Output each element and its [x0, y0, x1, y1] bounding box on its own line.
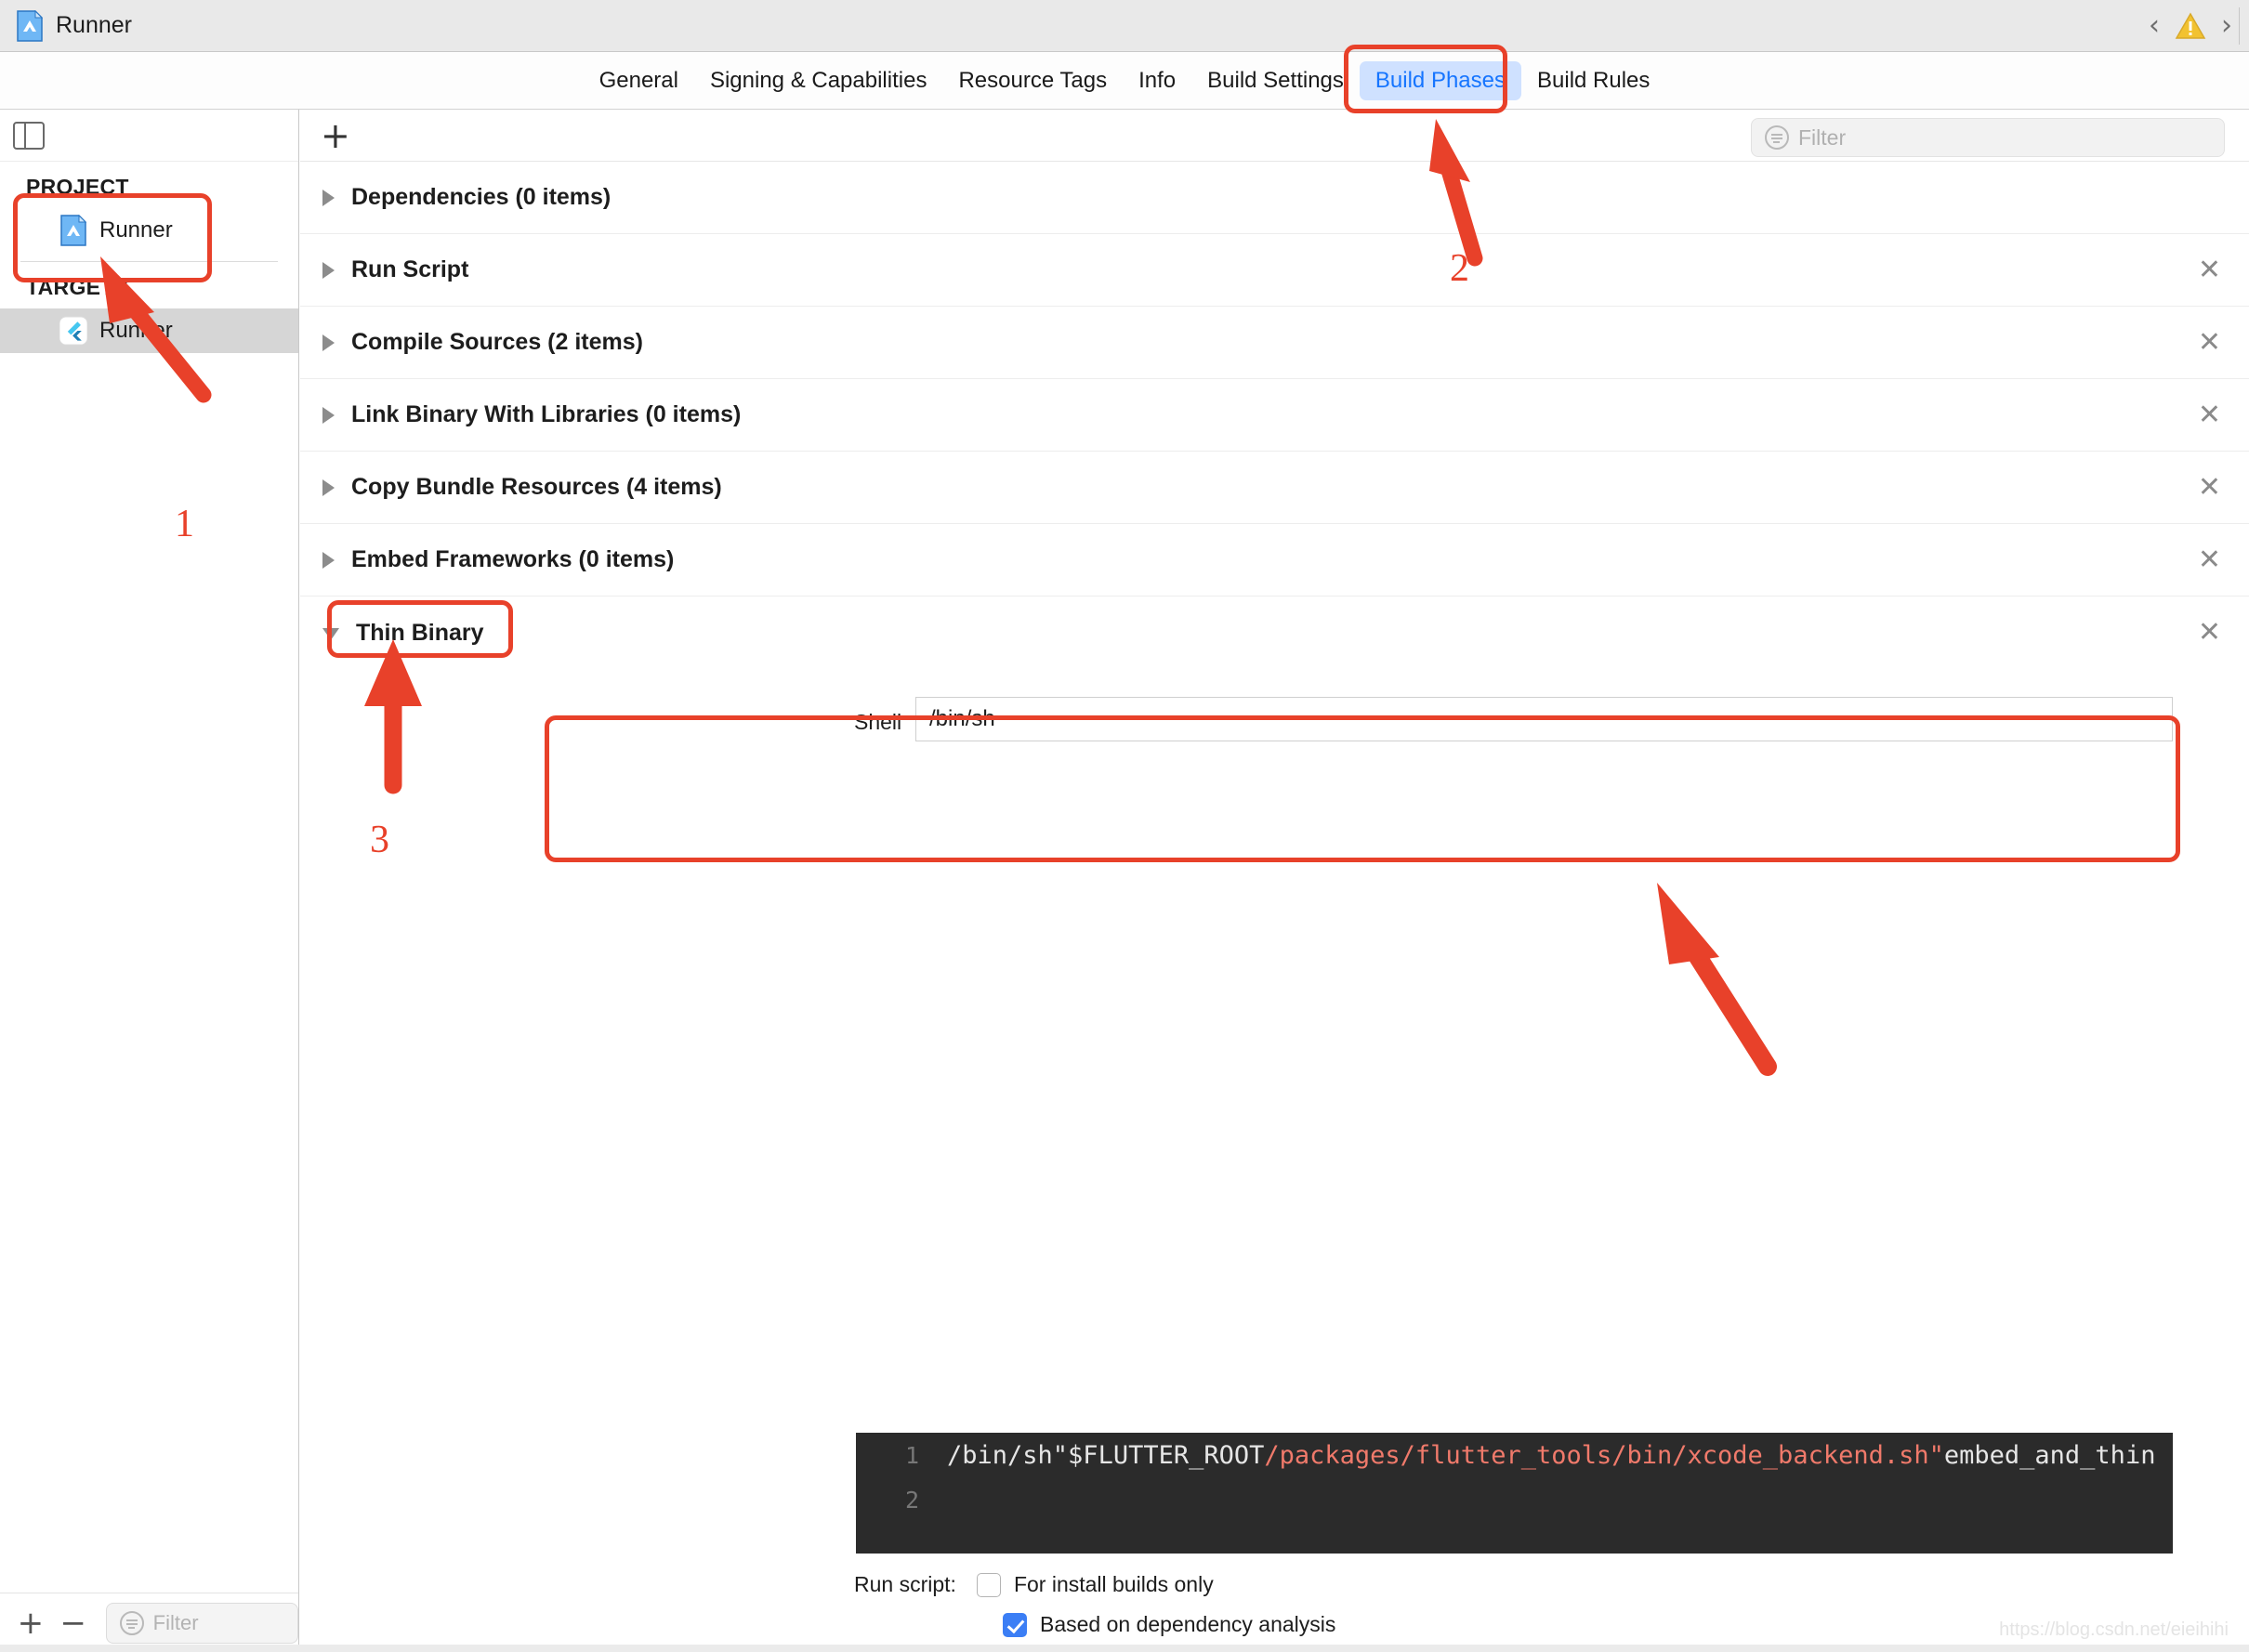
disclosure-triangle-icon[interactable]: [322, 334, 335, 351]
script-segment: /packages/flutter_tools/bin/xcode_backen…: [1264, 1440, 1944, 1470]
disclosure-triangle-icon[interactable]: [322, 189, 335, 206]
shell-row: Shell /bin/sh: [300, 697, 2249, 747]
shell-label: Shell: [854, 709, 902, 734]
thin-binary-detail: Shell /bin/sh 1 /bin/sh "$FLUTTER_ROOT/p…: [300, 697, 2249, 1637]
close-x-icon[interactable]: ✕: [2198, 545, 2221, 574]
based-on-dependency-analysis-label: Based on dependency analysis: [1040, 1612, 1336, 1636]
sidebar-item-project-runner[interactable]: Runner: [0, 208, 298, 253]
sidebar-filter-input[interactable]: Filter: [105, 1602, 298, 1644]
disclosure-triangle-icon[interactable]: [322, 261, 335, 279]
tab-info[interactable]: Info: [1123, 61, 1191, 100]
phase-name: Embed Frameworks (0 items): [351, 546, 675, 572]
watermark: https://blog.csdn.net/eieihihi: [1999, 1619, 2229, 1640]
script-line-2: 2: [856, 1477, 2173, 1522]
tab-signing-capabilities[interactable]: Signing & Capabilities: [694, 61, 942, 100]
sidebar-filter-placeholder: Filter: [152, 1610, 199, 1634]
phase-name: Copy Bundle Resources (4 items): [351, 474, 722, 500]
close-x-icon[interactable]: ✕: [2198, 473, 2221, 502]
phase-row-link-binary-with-libraries[interactable]: Link Binary With Libraries (0 items) ✕: [300, 379, 2249, 452]
sidebar-toggle-row: [0, 110, 298, 162]
window-title: Runner: [56, 12, 132, 38]
script-segment: /bin/sh: [947, 1440, 1053, 1470]
script-options: Run script: For install builds only Base…: [854, 1572, 2193, 1652]
titlebar-divider: [2239, 7, 2240, 45]
build-phases-filter-input[interactable]: Filter: [1751, 118, 2225, 157]
disclosure-triangle-icon[interactable]: [322, 551, 335, 569]
xcode-project-icon: [17, 9, 43, 42]
run-script-row: Run script: For install builds only: [854, 1572, 2193, 1597]
tab-build-settings[interactable]: Build Settings: [1191, 61, 1360, 100]
build-phases-filter-placeholder: Filter: [1798, 125, 1847, 150]
close-x-icon[interactable]: ✕: [2198, 619, 2221, 647]
tab-general[interactable]: General: [584, 61, 694, 100]
project-sidebar: PROJECT Runner TARGETS Runner + − Filter: [0, 110, 299, 1652]
disclosure-triangle-icon[interactable]: [322, 406, 335, 424]
run-script-label: Run script:: [854, 1572, 956, 1596]
add-build-phase-button[interactable]: +: [321, 118, 350, 153]
phase-name: Dependencies (0 items): [351, 184, 612, 210]
script-segment: embed_and_thin: [1943, 1440, 2156, 1470]
phase-name: Compile Sources (2 items): [351, 329, 643, 355]
shell-input[interactable]: /bin/sh: [915, 697, 2173, 741]
script-editor[interactable]: 1 /bin/sh "$FLUTTER_ROOT/packages/flutte…: [856, 1433, 2173, 1554]
phase-row-copy-bundle-resources[interactable]: Copy Bundle Resources (4 items) ✕: [300, 452, 2249, 524]
line-number: 1: [904, 1441, 919, 1469]
close-x-icon[interactable]: ✕: [2198, 328, 2221, 357]
disclosure-triangle-icon[interactable]: [322, 479, 335, 496]
build-phases-pane: + Filter Dependencies (0 items) Run Scri…: [300, 110, 2249, 1652]
filter-circle-icon: [1765, 125, 1789, 150]
script-line-1: 1 /bin/sh "$FLUTTER_ROOT/packages/flutte…: [856, 1433, 2173, 1477]
based-on-dependency-analysis-checkbox[interactable]: [1003, 1612, 1027, 1637]
filter-circle-icon: [119, 1610, 144, 1635]
sidebar-item-label: Runner: [99, 318, 173, 343]
sidebar-group-targets: TARGETS: [26, 275, 129, 299]
phase-row-dependencies[interactable]: Dependencies (0 items): [300, 162, 2249, 234]
phase-row-embed-frameworks[interactable]: Embed Frameworks (0 items) ✕: [300, 524, 2249, 597]
phase-name: Link Binary With Libraries (0 items): [351, 401, 742, 427]
flutter-app-icon: [59, 316, 87, 346]
close-x-icon[interactable]: ✕: [2198, 256, 2221, 284]
sidebar-bottom-toolbar: + − Filter: [0, 1593, 298, 1652]
sidebar-item-label: Runner: [99, 217, 173, 243]
inspector-tabbar: General Signing & Capabilities Resource …: [0, 52, 2249, 110]
remove-target-button[interactable]: −: [52, 1607, 95, 1639]
phase-name: Run Script: [351, 256, 469, 282]
build-phases-toolbar: + Filter: [300, 110, 2249, 162]
line-number: 2: [904, 1486, 919, 1514]
disclosure-triangle-icon[interactable]: [322, 628, 339, 640]
shell-value: /bin/sh: [929, 706, 995, 731]
xcode-project-icon: [60, 215, 87, 246]
close-x-icon[interactable]: ✕: [2198, 400, 2221, 429]
add-target-button[interactable]: +: [9, 1607, 52, 1639]
sidebar-item-target-runner[interactable]: Runner: [0, 308, 298, 353]
tab-resource-tags[interactable]: Resource Tags: [942, 61, 1123, 100]
for-install-builds-only-checkbox[interactable]: [976, 1572, 1001, 1597]
tab-build-phases[interactable]: Build Phases: [1359, 60, 1521, 100]
sidebar-panel-icon[interactable]: [13, 121, 45, 150]
script-segment: "$FLUTTER_ROOT: [1052, 1440, 1265, 1470]
sidebar-group-project: PROJECT: [26, 175, 129, 199]
window-titlebar: Runner ‹ ›: [0, 0, 2249, 52]
phase-row-thin-binary[interactable]: Thin Binary ✕: [300, 597, 2249, 669]
warning-triangle-icon[interactable]: [2175, 12, 2206, 40]
for-install-builds-only-label: For install builds only: [1013, 1572, 1214, 1596]
chevron-right-icon[interactable]: ›: [2221, 12, 2232, 40]
bottom-strip: [0, 1645, 2249, 1652]
phase-row-compile-sources[interactable]: Compile Sources (2 items) ✕: [300, 307, 2249, 379]
phase-row-run-script[interactable]: Run Script ✕: [300, 234, 2249, 307]
phase-name: Thin Binary: [356, 619, 484, 646]
tab-build-rules[interactable]: Build Rules: [1521, 61, 1665, 100]
chevron-left-icon[interactable]: ‹: [2149, 12, 2160, 40]
